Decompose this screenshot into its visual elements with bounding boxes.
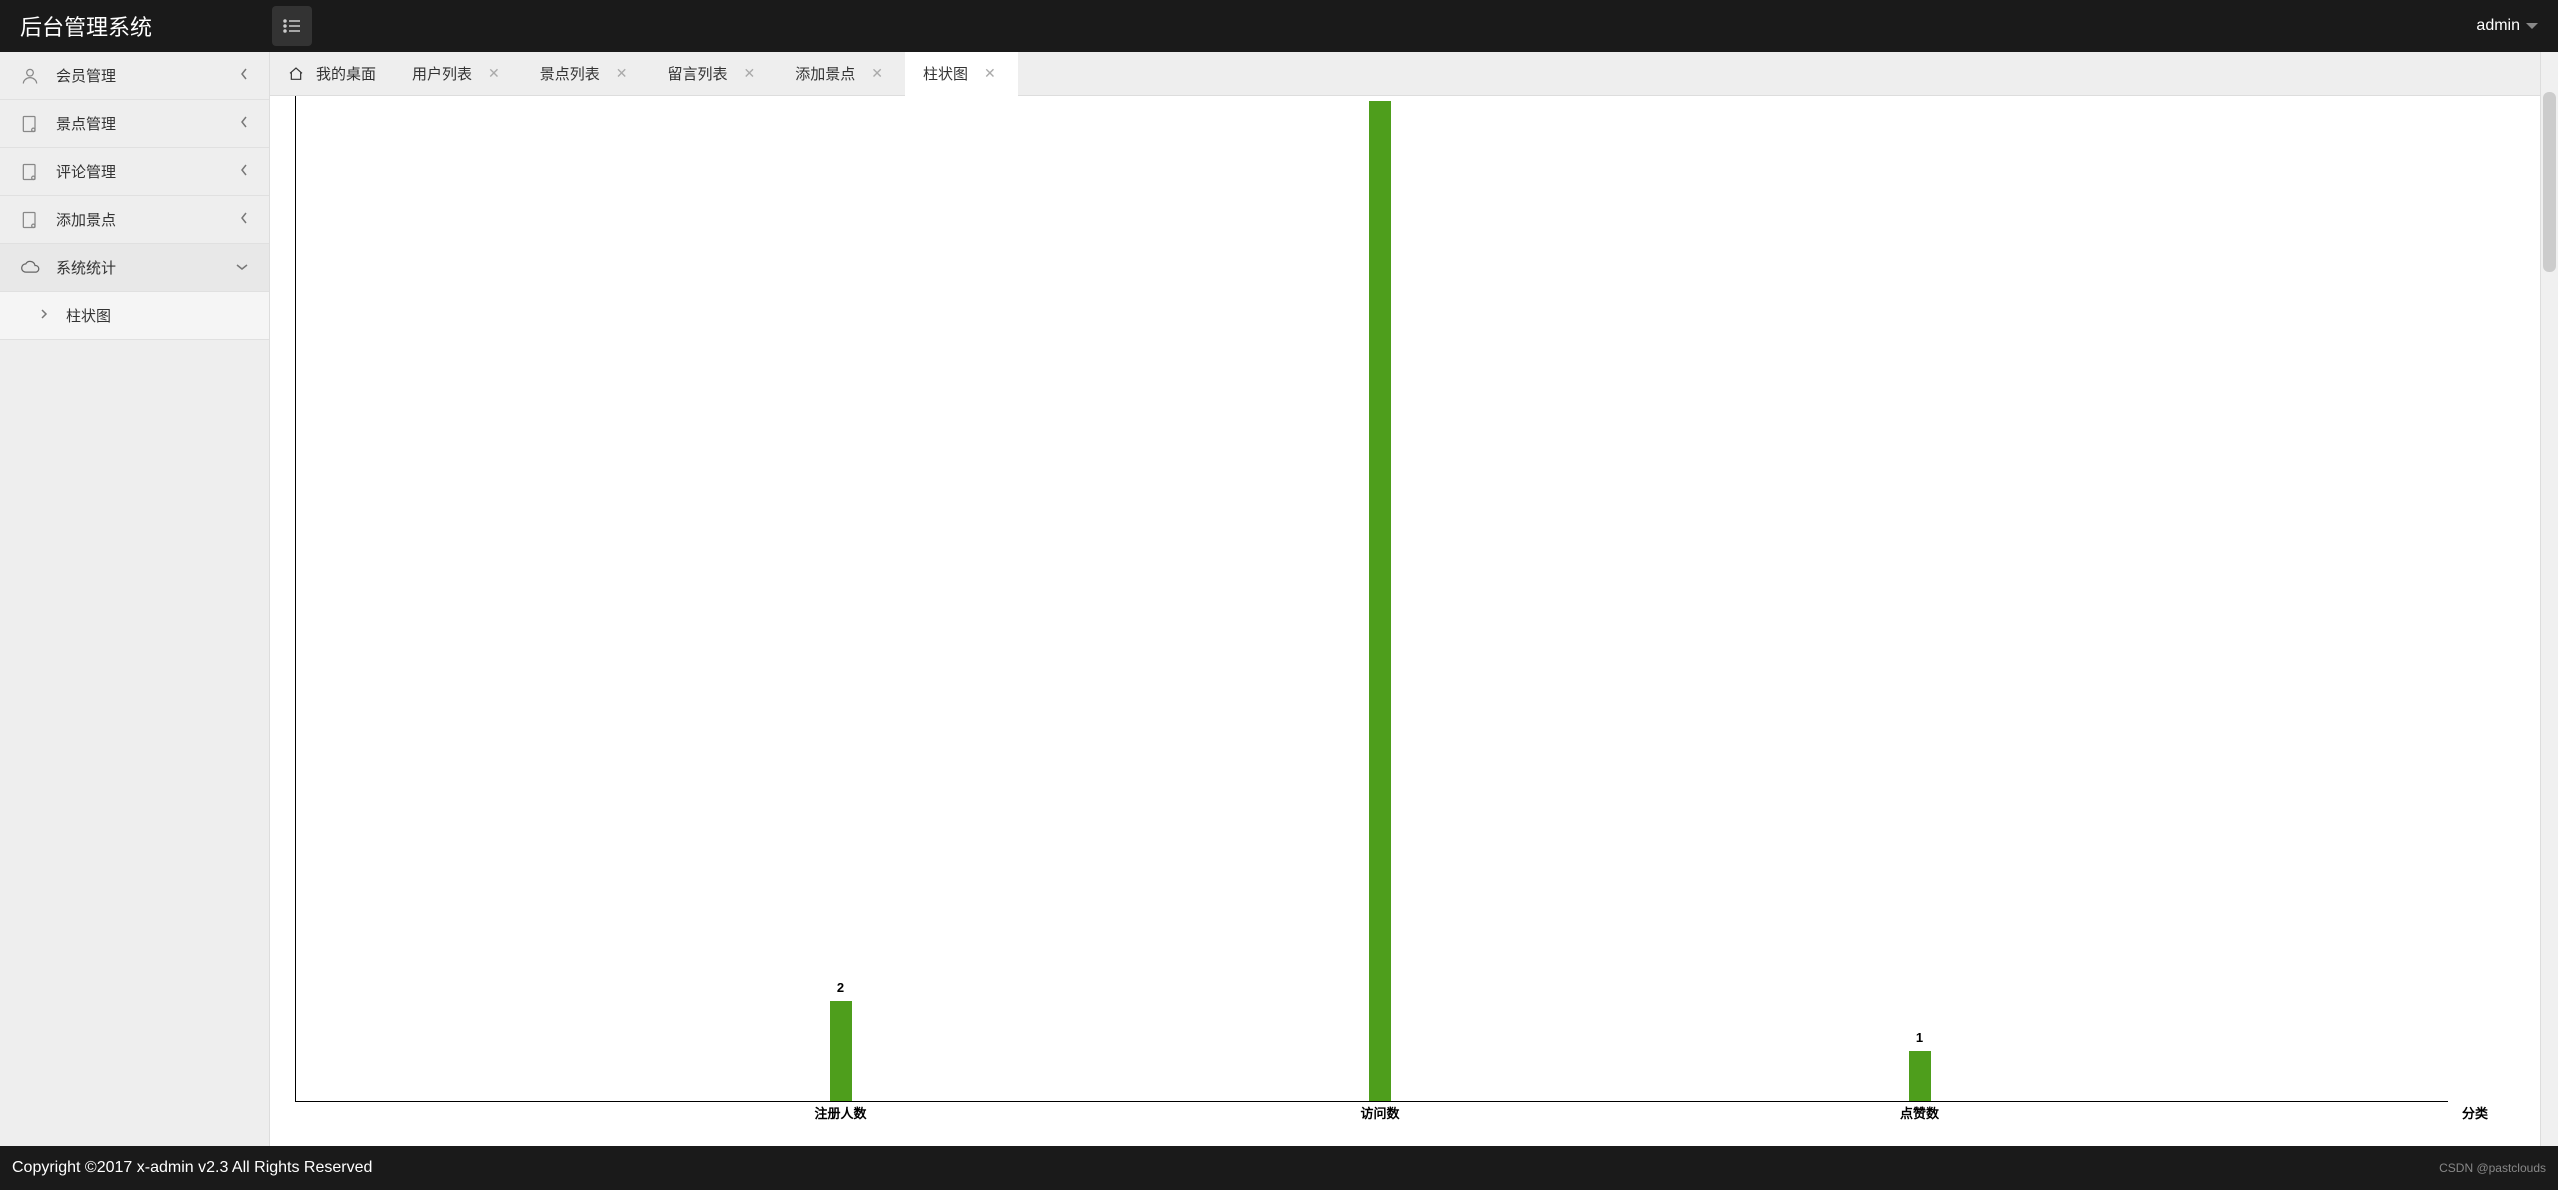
- cloud-icon: [20, 258, 40, 278]
- main-content: 我的桌面 用户列表 ✕ 景点列表 ✕ 留言列表 ✕ 添加景点 ✕ 柱状图 ✕: [270, 52, 2558, 1146]
- scroll-thumb[interactable]: [2543, 92, 2556, 272]
- home-icon: [288, 66, 304, 82]
- tab-messages[interactable]: 留言列表 ✕: [650, 52, 778, 96]
- sidebar-item-label: 会员管理: [56, 65, 116, 86]
- footer: Copyright ©2017 x-admin v2.3 All Rights …: [0, 1146, 2558, 1190]
- sidebar-subitem-label: 柱状图: [66, 305, 111, 326]
- tab-barchart[interactable]: 柱状图 ✕: [905, 52, 1018, 96]
- sidebar-item-scenic[interactable]: 景点管理: [0, 100, 269, 148]
- category-label: 注册人数: [815, 1103, 867, 1122]
- chart-bar: [1369, 101, 1391, 1101]
- sidebar: 会员管理 景点管理 评论管理: [0, 52, 270, 1146]
- close-icon[interactable]: ✕: [867, 65, 887, 82]
- tab-add-scenic[interactable]: 添加景点 ✕: [777, 52, 905, 96]
- chart-area: 分类 注册人数 2 访问数 点赞数 1: [270, 96, 2558, 1146]
- chevron-left-icon: [239, 115, 249, 133]
- sidebar-item-label: 评论管理: [56, 161, 116, 182]
- user-icon: [20, 66, 40, 86]
- chart-bar: [1909, 1051, 1931, 1101]
- header: 后台管理系统 admin: [0, 0, 2558, 52]
- sidebar-item-label: 景点管理: [56, 113, 116, 134]
- list-icon: [283, 19, 301, 33]
- chart-bar: [830, 1001, 852, 1101]
- sidebar-item-members[interactable]: 会员管理: [0, 52, 269, 100]
- chevron-down-icon: [235, 259, 249, 276]
- user-menu[interactable]: admin: [2476, 17, 2538, 35]
- document-icon: [20, 210, 40, 230]
- sidebar-item-label: 系统统计: [56, 257, 116, 278]
- sidebar-item-comments[interactable]: 评论管理: [0, 148, 269, 196]
- tab-label: 柱状图: [923, 63, 968, 84]
- tab-label: 添加景点: [795, 63, 855, 84]
- x-axis-label: 分类: [2462, 1103, 2488, 1122]
- header-left: 后台管理系统: [20, 6, 312, 46]
- tab-label: 用户列表: [412, 63, 472, 84]
- close-icon[interactable]: ✕: [740, 65, 760, 82]
- document-icon: [20, 162, 40, 182]
- sidebar-subitem-barchart[interactable]: 柱状图: [0, 292, 269, 340]
- tab-users[interactable]: 用户列表 ✕: [394, 52, 522, 96]
- close-icon[interactable]: ✕: [612, 65, 632, 82]
- tab-label: 留言列表: [668, 63, 728, 84]
- menu-toggle-button[interactable]: [272, 6, 312, 46]
- tab-desktop[interactable]: 我的桌面: [270, 52, 394, 96]
- sidebar-item-statistics[interactable]: 系统统计: [0, 244, 269, 292]
- document-icon: [20, 114, 40, 134]
- vertical-scrollbar[interactable]: [2540, 52, 2558, 1146]
- bar-value-label: 2: [837, 980, 844, 995]
- close-icon[interactable]: ✕: [484, 65, 504, 82]
- tab-label: 我的桌面: [316, 63, 376, 84]
- chevron-left-icon: [239, 211, 249, 229]
- tab-label: 景点列表: [540, 63, 600, 84]
- watermark: CSDN @pastclouds: [2439, 1161, 2546, 1175]
- category-label: 点赞数: [1900, 1103, 1939, 1122]
- app-title: 后台管理系统: [20, 10, 152, 42]
- chevron-right-icon: [40, 307, 48, 324]
- copyright-text: Copyright ©2017 x-admin v2.3 All Rights …: [12, 1159, 372, 1177]
- chevron-left-icon: [239, 67, 249, 85]
- caret-down-icon: [2526, 23, 2538, 29]
- category-label: 访问数: [1361, 1103, 1400, 1122]
- x-axis: [295, 1101, 2448, 1102]
- chevron-left-icon: [239, 163, 249, 181]
- username: admin: [2476, 17, 2520, 35]
- tab-bar: 我的桌面 用户列表 ✕ 景点列表 ✕ 留言列表 ✕ 添加景点 ✕ 柱状图 ✕: [270, 52, 2558, 96]
- y-axis: [295, 96, 296, 1102]
- sidebar-item-label: 添加景点: [56, 209, 116, 230]
- close-icon[interactable]: ✕: [980, 65, 1000, 82]
- sidebar-item-add-scenic[interactable]: 添加景点: [0, 196, 269, 244]
- bar-value-label: 1: [1916, 1030, 1923, 1045]
- tab-scenic-list[interactable]: 景点列表 ✕: [522, 52, 650, 96]
